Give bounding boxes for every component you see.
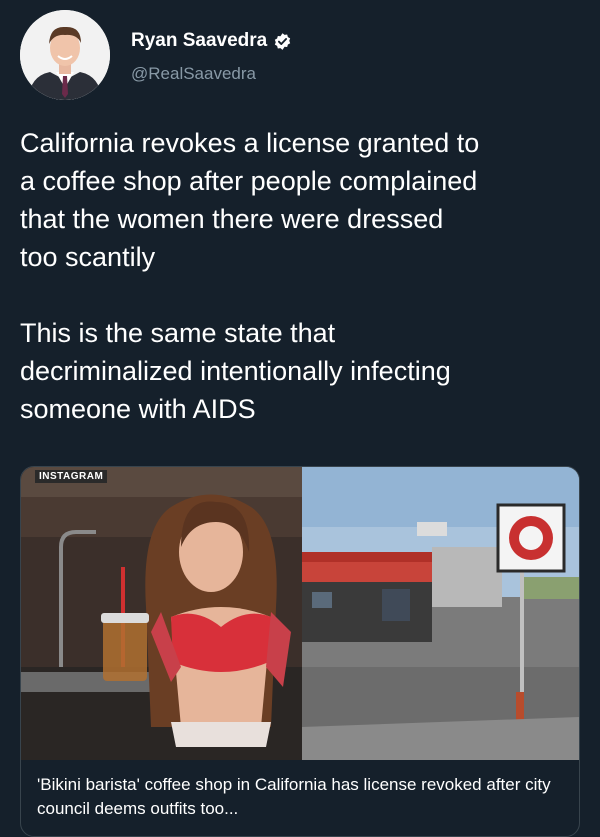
card-media[interactable]: INSTAGRAM (21, 467, 579, 760)
link-card[interactable]: INSTAGRAM 'Bikini barista' coffee shop i… (20, 466, 580, 837)
avatar-image (20, 10, 110, 100)
display-name[interactable]: Ryan Saavedra (131, 30, 292, 52)
tweet-body: California revokes a license granted to … (20, 124, 585, 428)
verified-badge-icon (273, 32, 292, 51)
avatar[interactable] (20, 10, 110, 100)
tweet-header: Ryan Saavedra @RealSaavedra (20, 10, 580, 102)
coffee-shop-photo (302, 467, 579, 760)
display-name-text: Ryan Saavedra (131, 30, 268, 51)
author-handle[interactable]: @RealSaavedra (131, 64, 256, 84)
barista-photo: INSTAGRAM (21, 467, 302, 760)
card-headline[interactable]: 'Bikini barista' coffee shop in Californ… (37, 773, 567, 821)
tweet-paragraph-1: California revokes a license granted to … (20, 128, 480, 272)
instagram-label: INSTAGRAM (35, 470, 108, 483)
tweet-paragraph-2: This is the same state that decriminaliz… (20, 318, 451, 424)
